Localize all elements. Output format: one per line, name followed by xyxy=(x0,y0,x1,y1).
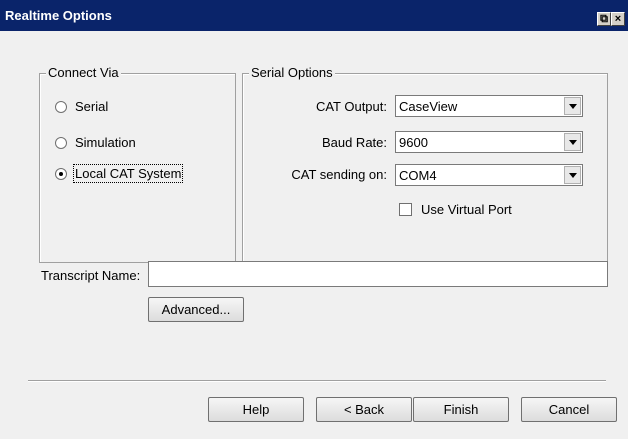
finish-button[interactable]: Finish xyxy=(413,397,509,422)
advanced-button[interactable]: Advanced... xyxy=(148,297,244,322)
radio-simulation-button[interactable] xyxy=(55,136,67,149)
separator xyxy=(28,380,606,382)
cat-sending-on-label: CAT sending on: xyxy=(291,167,387,182)
radio-serial-button[interactable] xyxy=(55,100,67,113)
radio-serial[interactable]: Serial xyxy=(55,99,108,114)
cat-output-select[interactable]: CaseView xyxy=(395,95,583,117)
chevron-down-icon[interactable] xyxy=(564,97,581,115)
cat-sending-on-select[interactable]: COM4 xyxy=(395,164,583,186)
transcript-name-label: Transcript Name: xyxy=(41,268,141,283)
radio-local-cat-button[interactable] xyxy=(55,167,67,180)
radio-simulation[interactable]: Simulation xyxy=(55,135,136,150)
restore-icon[interactable]: ⧉ xyxy=(597,12,611,26)
transcript-name-input[interactable] xyxy=(148,261,608,287)
chevron-down-icon[interactable] xyxy=(564,133,581,151)
title-bar: Realtime Options ⧉ × xyxy=(0,0,628,31)
cancel-button[interactable]: Cancel xyxy=(521,397,617,422)
radio-simulation-label: Simulation xyxy=(75,135,136,150)
chevron-down-icon[interactable] xyxy=(564,166,581,184)
baud-rate-value: 9600 xyxy=(399,135,428,150)
use-virtual-port-label: Use Virtual Port xyxy=(421,202,512,217)
back-button[interactable]: < Back xyxy=(316,397,412,422)
window-title: Realtime Options xyxy=(5,8,112,23)
cat-sending-on-value: COM4 xyxy=(399,168,437,183)
close-icon[interactable]: × xyxy=(611,12,625,26)
baud-rate-select[interactable]: 9600 xyxy=(395,131,583,153)
use-virtual-port-checkbox[interactable] xyxy=(399,203,412,216)
help-button[interactable]: Help xyxy=(208,397,304,422)
baud-rate-label: Baud Rate: xyxy=(321,135,387,150)
connect-via-label: Connect Via xyxy=(46,65,121,80)
radio-local-cat-label: Local CAT System xyxy=(72,164,184,183)
radio-local-cat[interactable]: Local CAT System xyxy=(55,164,184,183)
radio-serial-label: Serial xyxy=(75,99,109,114)
cat-output-label: CAT Output: xyxy=(315,99,387,114)
dialog-body: Connect Via Serial Simulation Local CAT … xyxy=(0,31,628,439)
serial-options-label: Serial Options xyxy=(249,65,335,80)
cat-output-value: CaseView xyxy=(399,99,458,114)
